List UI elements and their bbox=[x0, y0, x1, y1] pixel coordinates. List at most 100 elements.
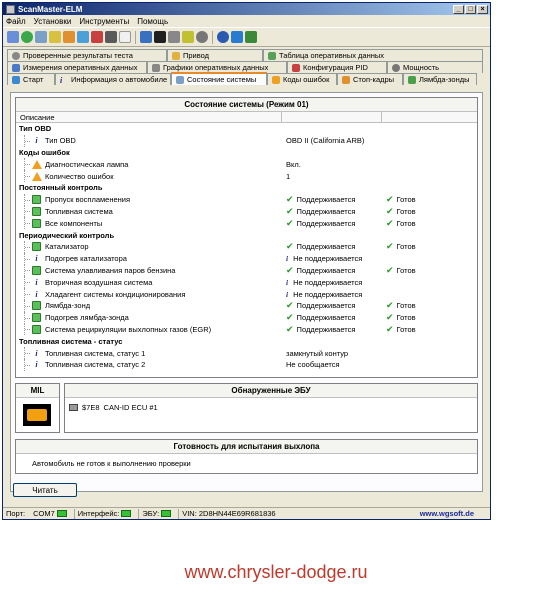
status-bar: Порт: COM7 Интерфейс: ЭБУ: VIN: 2D8HN44E… bbox=[3, 507, 490, 519]
status-label: Топливная система, статус 2 bbox=[45, 360, 146, 370]
warning-icon[interactable] bbox=[63, 31, 75, 43]
tab-actuator[interactable]: Привод bbox=[167, 49, 263, 61]
toolbar-separator bbox=[212, 30, 213, 44]
menu-settings[interactable]: Установки bbox=[34, 17, 72, 26]
tab-lambda-sensors[interactable]: Лямбда-зонды bbox=[403, 73, 477, 85]
lambda-icon bbox=[408, 75, 416, 84]
status-row[interactable]: Пропуск воспламенения ✔ Поддерживается ✔ Гот… bbox=[16, 193, 477, 206]
check-icon: ✔ bbox=[286, 312, 294, 323]
power-icon[interactable] bbox=[182, 31, 194, 43]
status-label: Диагностическая лампа bbox=[45, 159, 129, 169]
close-button[interactable]: × bbox=[477, 4, 488, 14]
start-icon bbox=[12, 75, 20, 84]
status-row[interactable]: Система улавливания паров бензина ✔ Поддер… bbox=[16, 264, 477, 277]
ecu-chip-icon bbox=[69, 404, 78, 411]
status-icon[interactable] bbox=[49, 31, 61, 43]
status-row[interactable]: Система рециркуляции выхлопных газов (EG… bbox=[16, 323, 477, 336]
help-icon[interactable] bbox=[217, 31, 229, 43]
status-row[interactable]: Топливная система ✔ Поддерживается ✔ Готов bbox=[16, 205, 477, 218]
tab-strip: Проверенные результаты теста Привод Табл… bbox=[3, 49, 490, 89]
status-row[interactable]: Диагностическая лампа Вкл. bbox=[16, 158, 477, 171]
tab-system-status[interactable]: Состояние системы bbox=[171, 72, 267, 85]
readiness-header: Готовность для испытания выхлопа bbox=[16, 440, 477, 454]
about-icon[interactable] bbox=[231, 31, 243, 43]
power-icon bbox=[392, 63, 400, 72]
menu-help[interactable]: Помощь bbox=[137, 17, 168, 26]
info-icon: i bbox=[35, 254, 38, 264]
ecu-box: Обнаруженные ЭБУ $7E8 CAN-ID ECU #1 bbox=[64, 383, 478, 433]
title-bar: ScanMaster-ELM _ □ × bbox=[3, 3, 490, 15]
status-row[interactable]: Подогрев лямбда-зонда ✔ Поддерживается ✔ Гот… bbox=[16, 311, 477, 324]
status-row[interactable]: i Хладагент системы кондиционирования i Не … bbox=[16, 288, 477, 300]
maximize-button[interactable]: □ bbox=[465, 4, 476, 14]
info-icon: i bbox=[35, 348, 38, 358]
tab-live-data-table[interactable]: Таблица оперативных данных bbox=[263, 49, 483, 61]
readiness-box: Готовность для испытания выхлопа Автомоб… bbox=[15, 439, 478, 474]
status-ready: ✔ Готов bbox=[386, 217, 416, 228]
status-value: ✔ Поддерживается bbox=[286, 241, 356, 252]
status-label: Тип OBD bbox=[45, 136, 76, 146]
lambda-icon[interactable] bbox=[91, 31, 103, 43]
settings-icon[interactable] bbox=[196, 31, 208, 43]
ecu-label: ЭБУ: bbox=[142, 509, 160, 518]
status-row[interactable]: i Топливная система, статус 2 Не сообщаетс… bbox=[16, 358, 477, 371]
chart-icon[interactable] bbox=[140, 31, 152, 43]
status-row[interactable]: Лямбда-зонд ✔ Поддерживается ✔ Готов bbox=[16, 299, 477, 312]
meter-icon bbox=[12, 63, 20, 72]
website-link[interactable]: www.wgsoft.de bbox=[420, 509, 474, 518]
menu-file[interactable]: Файл bbox=[6, 17, 26, 26]
status-ready: ✔ Готов bbox=[386, 205, 416, 216]
tab-power[interactable]: Мощность bbox=[387, 61, 483, 73]
status-value: OBD II (California ARB) bbox=[286, 136, 365, 146]
tab-pid-config[interactable]: Конфигурация PID bbox=[287, 61, 387, 73]
info-icon: i bbox=[35, 360, 38, 370]
status-value: i Не поддерживается bbox=[286, 254, 363, 264]
tab-freeze-frames[interactable]: Стоп-кадры bbox=[337, 73, 403, 85]
status-row[interactable]: i Тип OBD OBD II (California ARB) bbox=[16, 134, 477, 147]
check-icon: ✔ bbox=[286, 205, 294, 216]
globe-icon[interactable] bbox=[21, 31, 33, 43]
tab-test-results[interactable]: Проверенные результаты теста bbox=[7, 49, 167, 61]
status-row[interactable]: i Топливная система, статус 1 замкнутый ко… bbox=[16, 347, 477, 359]
minimize-button[interactable]: _ bbox=[453, 4, 464, 14]
tab-trouble-codes[interactable]: Коды ошибок bbox=[267, 73, 337, 85]
monitor-icon[interactable] bbox=[154, 31, 166, 43]
exit-icon[interactable] bbox=[245, 31, 257, 43]
status-label: Лямбда-зонд bbox=[45, 301, 91, 311]
status-label: Система улавливания паров бензина bbox=[45, 265, 176, 275]
status-row[interactable]: Количество ошибок 1 bbox=[16, 170, 477, 182]
document-icon[interactable] bbox=[119, 31, 131, 43]
freeze-frame-icon[interactable] bbox=[77, 31, 89, 43]
tab-vehicle-info[interactable]: i Информация о автомобиле bbox=[55, 73, 171, 85]
info-icon: i bbox=[35, 277, 38, 287]
tab-live-data-meters[interactable]: Измерения оперативных данных bbox=[7, 61, 147, 73]
info-tab-icon[interactable] bbox=[35, 31, 47, 43]
status-value: ✔ Поддерживается bbox=[286, 312, 356, 323]
window-title: ScanMaster-ELM bbox=[18, 4, 83, 14]
tab-start[interactable]: Старт bbox=[7, 73, 55, 85]
status-label: Топливная система bbox=[45, 206, 113, 216]
results-icon[interactable] bbox=[105, 31, 117, 43]
status-ready: ✔ Готов bbox=[386, 323, 416, 334]
monitor-ok-icon bbox=[32, 206, 41, 216]
status-row[interactable]: Все компоненты ✔ Поддерживается ✔ Готов bbox=[16, 217, 477, 230]
check-icon: ✔ bbox=[286, 323, 294, 334]
status-row[interactable]: Катализатор ✔ Поддерживается ✔ Готов bbox=[16, 240, 477, 253]
read-button[interactable]: Читать bbox=[13, 483, 77, 497]
status-row[interactable]: i Вторичная воздушная система i Не поддержи… bbox=[16, 276, 477, 289]
status-group-title: Постоянный контроль bbox=[19, 183, 103, 193]
tab-panel: Состояние системы (Режим 01) Описание Ти… bbox=[10, 92, 483, 492]
status-row[interactable]: i Подогрев катализатора i Не поддерживается bbox=[16, 252, 477, 265]
monitor-ok-icon bbox=[32, 301, 41, 311]
status-value: i Не поддерживается bbox=[286, 289, 363, 299]
freeze-frame-icon bbox=[342, 75, 350, 84]
status-value: i Не поддерживается bbox=[286, 277, 363, 287]
ecu-item[interactable]: $7E8 CAN-ID ECU #1 bbox=[65, 398, 477, 417]
connect-icon[interactable] bbox=[7, 31, 19, 43]
table-icon[interactable] bbox=[168, 31, 180, 43]
gear-icon bbox=[12, 51, 20, 60]
menu-tools[interactable]: Инструменты bbox=[79, 17, 129, 26]
status-value: ✔ Поддерживается bbox=[286, 300, 356, 311]
check-icon: ✔ bbox=[386, 205, 394, 216]
status-value: ✔ Поддерживается bbox=[286, 323, 356, 334]
